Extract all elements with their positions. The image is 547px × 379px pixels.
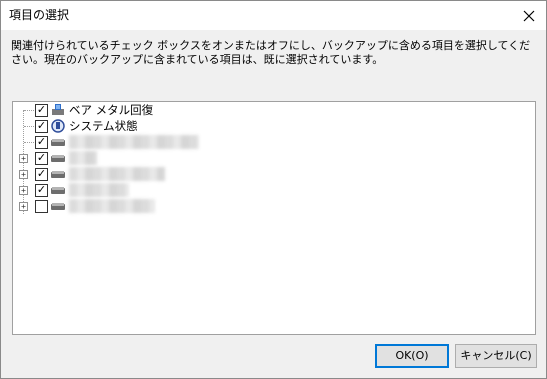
expand-button[interactable]: + (19, 154, 28, 163)
expand-button[interactable]: + (19, 170, 28, 179)
drive-icon (51, 155, 65, 162)
redacted-label (69, 199, 155, 213)
drive-icon (51, 139, 65, 146)
tree-item-checkbox[interactable]: ✓ (35, 135, 48, 149)
drive-icon (51, 187, 65, 194)
bare-metal-recovery-icon (52, 104, 64, 115)
tree-item-label: ベア メタル回復 (69, 103, 154, 117)
tree-item-checkbox[interactable]: ✓ (35, 151, 48, 165)
item-tree[interactable]: ✓ ベア メタル回復 ✓ システム状態 ✓ + ✓ + ✓ + ✓ + (12, 101, 536, 335)
cancel-button[interactable]: キャンセル(C) (455, 344, 537, 368)
redacted-label (69, 167, 165, 181)
tree-item-label: システム状態 (69, 119, 138, 133)
redacted-label (69, 135, 199, 149)
title-bar: 項目の選択 (1, 1, 546, 30)
dialog-window: 項目の選択 関連付けられているチェック ボックスをオンまたはオフにし、バックアッ… (0, 0, 547, 379)
system-state-icon (51, 119, 65, 133)
tree-item-bare-metal-recovery[interactable]: ✓ ベア メタル回復 (13, 103, 413, 119)
tree-item-drive[interactable]: + (13, 199, 413, 215)
close-button[interactable] (512, 1, 546, 30)
tree-item-checkbox[interactable]: ✓ (35, 167, 48, 181)
drive-icon (51, 171, 65, 178)
drive-icon (51, 203, 65, 210)
redacted-label (69, 183, 129, 197)
expand-button[interactable]: + (19, 202, 28, 211)
tree-item-drive[interactable]: + ✓ (13, 151, 413, 167)
ok-button[interactable]: OK(O) (375, 344, 449, 368)
tree-item-checkbox[interactable] (35, 200, 48, 213)
close-icon (523, 10, 535, 21)
tree-item-checkbox[interactable]: ✓ (35, 119, 48, 133)
expand-button[interactable]: + (19, 186, 28, 195)
instruction-text: 関連付けられているチェック ボックスをオンまたはオフにし、バックアップに含める項… (11, 39, 531, 66)
tree-item-checkbox[interactable]: ✓ (35, 183, 48, 197)
tree-item-drive[interactable]: ✓ (13, 135, 413, 151)
tree-item-drive[interactable]: + ✓ (13, 183, 413, 199)
tree-item-checkbox[interactable]: ✓ (35, 103, 48, 117)
tree-item-drive[interactable]: + ✓ (13, 167, 413, 183)
tree-item-system-state[interactable]: ✓ システム状態 (13, 119, 413, 135)
dialog-title: 項目の選択 (9, 8, 70, 22)
redacted-label (69, 151, 97, 165)
